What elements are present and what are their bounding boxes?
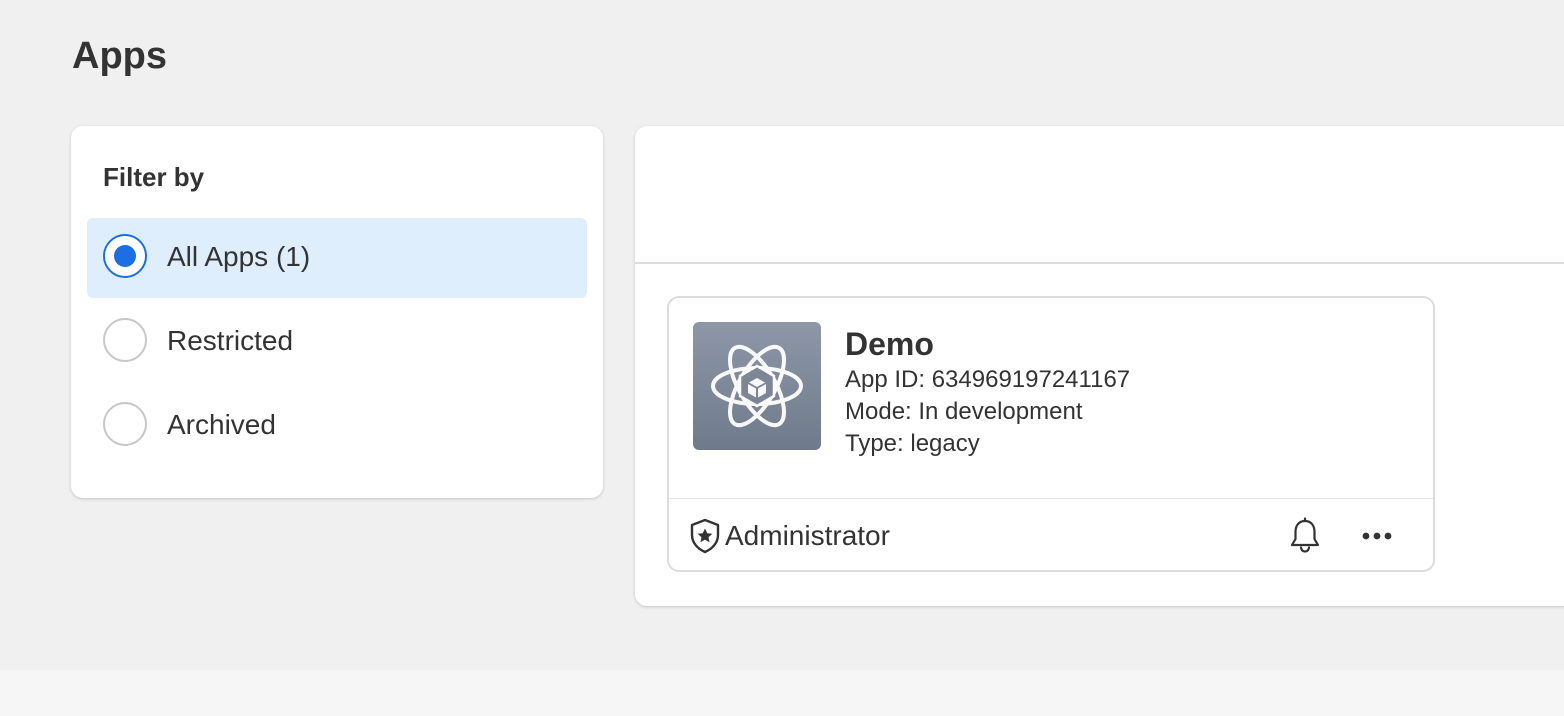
bell-icon [1290,517,1320,553]
bottom-band [0,670,1564,716]
radio-archived[interactable] [103,402,147,446]
filter-heading: Filter by [103,162,205,192]
filter-option-label: All Apps (1) [167,241,311,272]
role-label: Administrator [725,520,890,551]
filter-option-archived[interactable]: Archived [87,386,587,466]
filter-card: Filter by All Apps (1) Restricted Archiv… [71,126,603,498]
app-name[interactable]: Demo [845,326,934,363]
apps-panel: Demo App ID: 634969197241167 Mode: In de… [635,126,1564,606]
card-divider [669,498,1433,499]
more-horizontal-icon [1362,532,1392,540]
page-title: Apps [72,35,167,77]
filter-option-all-apps[interactable]: All Apps (1) [87,218,587,298]
app-id: App ID: 634969197241167 [845,366,1131,393]
shield-star-icon [689,518,721,554]
filter-option-label: Archived [167,409,276,440]
atom-cube-icon [693,322,821,450]
filter-option-label: Restricted [167,325,294,356]
radio-all-apps[interactable] [103,234,147,278]
radio-restricted[interactable] [103,318,147,362]
notifications-button[interactable] [1285,516,1325,556]
app-card[interactable]: Demo App ID: 634969197241167 Mode: In de… [667,296,1435,572]
filter-option-restricted[interactable]: Restricted [87,302,587,382]
app-type: Type: legacy [845,430,980,457]
more-options-button[interactable] [1357,516,1397,556]
app-mode: Mode: In development [845,398,1083,425]
panel-divider [635,262,1564,264]
